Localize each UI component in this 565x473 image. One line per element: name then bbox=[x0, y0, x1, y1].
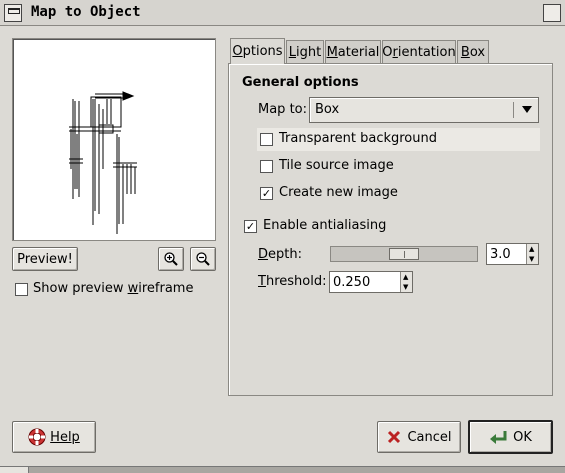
tab-light-label: ight bbox=[296, 44, 322, 60]
depth-label-text: epth: bbox=[268, 247, 302, 262]
cancel-x-icon bbox=[388, 430, 401, 444]
ok-button-label: OK bbox=[513, 429, 532, 445]
preview-button[interactable]: Preview! bbox=[12, 247, 78, 271]
tile-source-image-label[interactable]: Tile source image bbox=[279, 158, 394, 173]
tab-orientation-prefix: O bbox=[382, 44, 393, 60]
threshold-label: Threshold: bbox=[258, 274, 326, 289]
create-new-image-label[interactable]: Create new image bbox=[279, 185, 398, 200]
tab-light[interactable]: Light bbox=[286, 40, 324, 63]
preview-button-label: Preview! bbox=[17, 251, 73, 267]
depth-label: Depth: bbox=[258, 247, 302, 262]
create-new-image-checkbox[interactable]: ✓ bbox=[260, 187, 273, 200]
depth-label-mnemonic: D bbox=[258, 247, 269, 262]
enable-antialiasing-checkbox[interactable]: ✓ bbox=[244, 220, 257, 233]
depth-value: 3.0 bbox=[490, 247, 511, 262]
tab-material-label: aterial bbox=[337, 44, 380, 60]
zoom-out-button[interactable] bbox=[190, 247, 216, 271]
transparent-background-checkbox[interactable] bbox=[260, 133, 273, 146]
tab-box-label: ox bbox=[469, 44, 486, 60]
window-title: Map to Object bbox=[31, 4, 141, 20]
depth-spin-arrows[interactable]: ▲ ▼ bbox=[526, 244, 538, 264]
threshold-label-text: hreshold: bbox=[265, 274, 327, 289]
spin-up-icon[interactable]: ▲ bbox=[529, 246, 534, 253]
tile-source-image-checkbox[interactable] bbox=[260, 160, 273, 173]
depth-spinbutton[interactable]: 3.0 ▲ ▼ bbox=[486, 243, 539, 265]
threshold-spinbutton[interactable]: 0.250 ▲ ▼ bbox=[329, 271, 413, 293]
depth-slider-thumb[interactable] bbox=[389, 248, 419, 260]
transparent-background-label[interactable]: Transparent background bbox=[279, 131, 437, 146]
tab-material[interactable]: Material bbox=[325, 40, 381, 63]
tab-light-mnemonic: L bbox=[288, 44, 297, 60]
show-wireframe-label-suffix: ireframe bbox=[138, 281, 194, 296]
help-button-label: Help bbox=[50, 429, 80, 445]
preview-canvas bbox=[12, 38, 216, 241]
show-wireframe-label-prefix: Show preview bbox=[33, 281, 128, 296]
map-to-value: Box bbox=[315, 102, 340, 117]
tab-options-mnemonic: O bbox=[232, 44, 243, 59]
checkmark-icon: ✓ bbox=[261, 187, 272, 200]
cancel-button-label: Cancel bbox=[407, 429, 452, 445]
threshold-spin-arrows[interactable]: ▲ ▼ bbox=[400, 272, 412, 292]
chevron-down-icon bbox=[522, 106, 532, 113]
spin-down-icon[interactable]: ▼ bbox=[529, 256, 534, 263]
map-to-label: Map to: bbox=[258, 102, 307, 117]
help-lifebuoy-icon bbox=[28, 428, 46, 446]
tab-box[interactable]: Box bbox=[457, 40, 489, 63]
ok-button[interactable]: OK bbox=[468, 420, 553, 454]
tab-orientation-label: ientation bbox=[397, 44, 456, 60]
window-close-icon[interactable] bbox=[543, 4, 561, 22]
show-wireframe-checkbox[interactable] bbox=[15, 283, 28, 296]
window-menu-icon[interactable] bbox=[4, 4, 22, 22]
tab-box-mnemonic: B bbox=[460, 44, 470, 60]
depth-slider[interactable] bbox=[330, 246, 478, 262]
map-to-dropdown[interactable]: Box bbox=[309, 97, 539, 123]
zoom-out-icon bbox=[196, 252, 210, 266]
title-bar: Map to Object bbox=[0, 0, 565, 26]
dropdown-separator bbox=[513, 102, 514, 118]
threshold-label-mnemonic: T bbox=[258, 274, 266, 289]
help-button[interactable]: Help bbox=[12, 421, 96, 453]
tab-options-label: ptions bbox=[242, 44, 283, 59]
status-strip bbox=[0, 466, 565, 473]
zoom-in-button[interactable] bbox=[158, 247, 184, 271]
show-wireframe-label-mnemonic: w bbox=[127, 281, 139, 296]
enable-antialiasing-label[interactable]: Enable antialiasing bbox=[263, 218, 386, 233]
tab-options[interactable]: Options bbox=[230, 38, 285, 64]
threshold-value: 0.250 bbox=[333, 275, 371, 290]
tab-orientation[interactable]: Or ientation bbox=[382, 40, 456, 63]
checkmark-icon: ✓ bbox=[245, 220, 256, 233]
zoom-in-icon bbox=[164, 252, 178, 266]
ok-enter-arrow-icon bbox=[490, 431, 507, 444]
cancel-button[interactable]: Cancel bbox=[377, 421, 461, 453]
show-wireframe-label[interactable]: Show preview wireframe bbox=[33, 281, 193, 296]
general-options-heading: General options bbox=[242, 75, 359, 90]
tab-material-mnemonic: M bbox=[326, 44, 338, 60]
preview-wireframe-image bbox=[69, 91, 137, 234]
spin-up-icon[interactable]: ▲ bbox=[403, 274, 408, 281]
spin-down-icon[interactable]: ▼ bbox=[403, 284, 408, 291]
